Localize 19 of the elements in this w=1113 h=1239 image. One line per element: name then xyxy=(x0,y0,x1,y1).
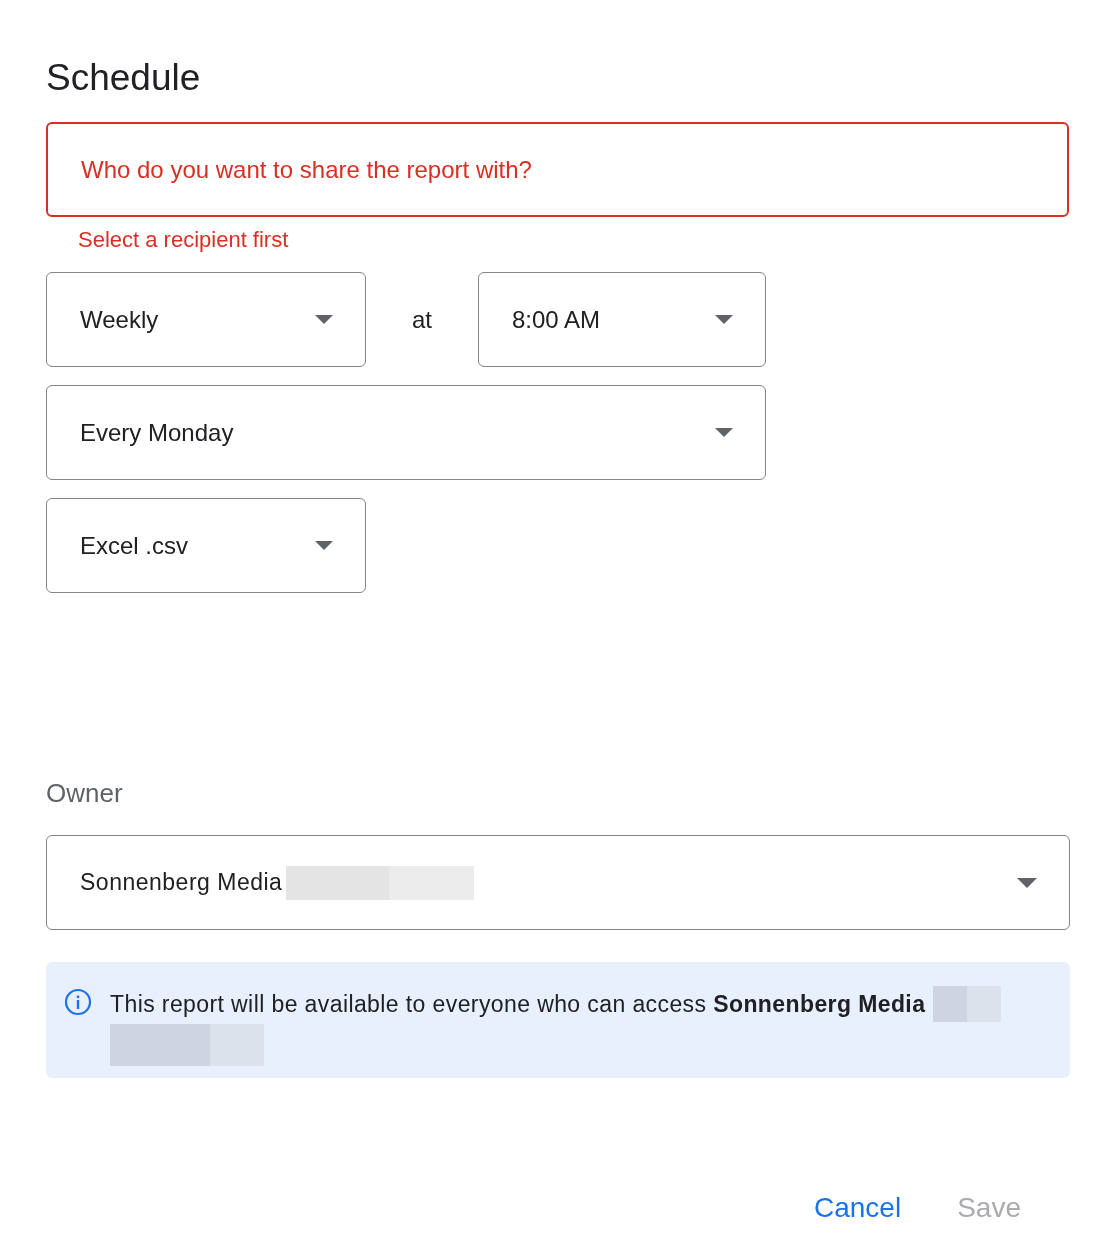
caret-icon xyxy=(1017,877,1037,888)
caret-icon xyxy=(715,315,733,324)
redaction-block xyxy=(933,986,1002,1022)
at-label: at xyxy=(411,305,433,334)
info-text: This report will be available to everyone who can access Sonnenberg Media xyxy=(110,990,926,1019)
frequency-select[interactable]: Weekly xyxy=(46,272,366,367)
format-select[interactable]: Excel .csv xyxy=(46,498,366,593)
caret-icon xyxy=(715,428,733,437)
cancel-button[interactable]: Cancel xyxy=(806,1188,910,1228)
error-message: Select a recipient first xyxy=(78,226,290,254)
day-select[interactable]: Every Monday xyxy=(46,385,766,480)
info-icon xyxy=(64,988,92,1016)
time-select[interactable]: 8:00 AM xyxy=(478,272,766,367)
caret-icon xyxy=(315,315,333,324)
recipient-field[interactable]: Who do you want to share the report with? xyxy=(46,122,1069,217)
caret-icon xyxy=(315,541,333,550)
dialog-title: Schedule xyxy=(46,56,202,100)
owner-label: Owner xyxy=(46,777,124,810)
owner-select[interactable]: Sonnenberg Media xyxy=(46,835,1070,930)
